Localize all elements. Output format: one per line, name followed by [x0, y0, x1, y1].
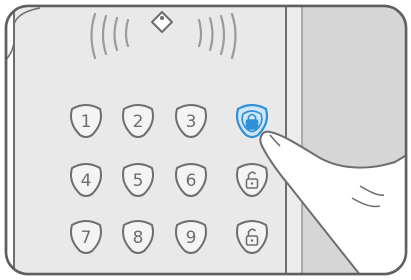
key-label: 3: [186, 112, 197, 132]
key-label: 6: [186, 171, 197, 191]
key-label: 4: [81, 171, 92, 191]
keypad-illustration: 1 2 3 4 5 6 7 8 9: [4, 4, 408, 276]
key-label: 5: [133, 171, 144, 191]
key-label: 7: [81, 228, 92, 248]
key-label: 8: [133, 228, 144, 248]
key-label: 2: [133, 112, 144, 132]
key-label: 9: [186, 228, 197, 248]
key-label: 1: [81, 112, 92, 132]
